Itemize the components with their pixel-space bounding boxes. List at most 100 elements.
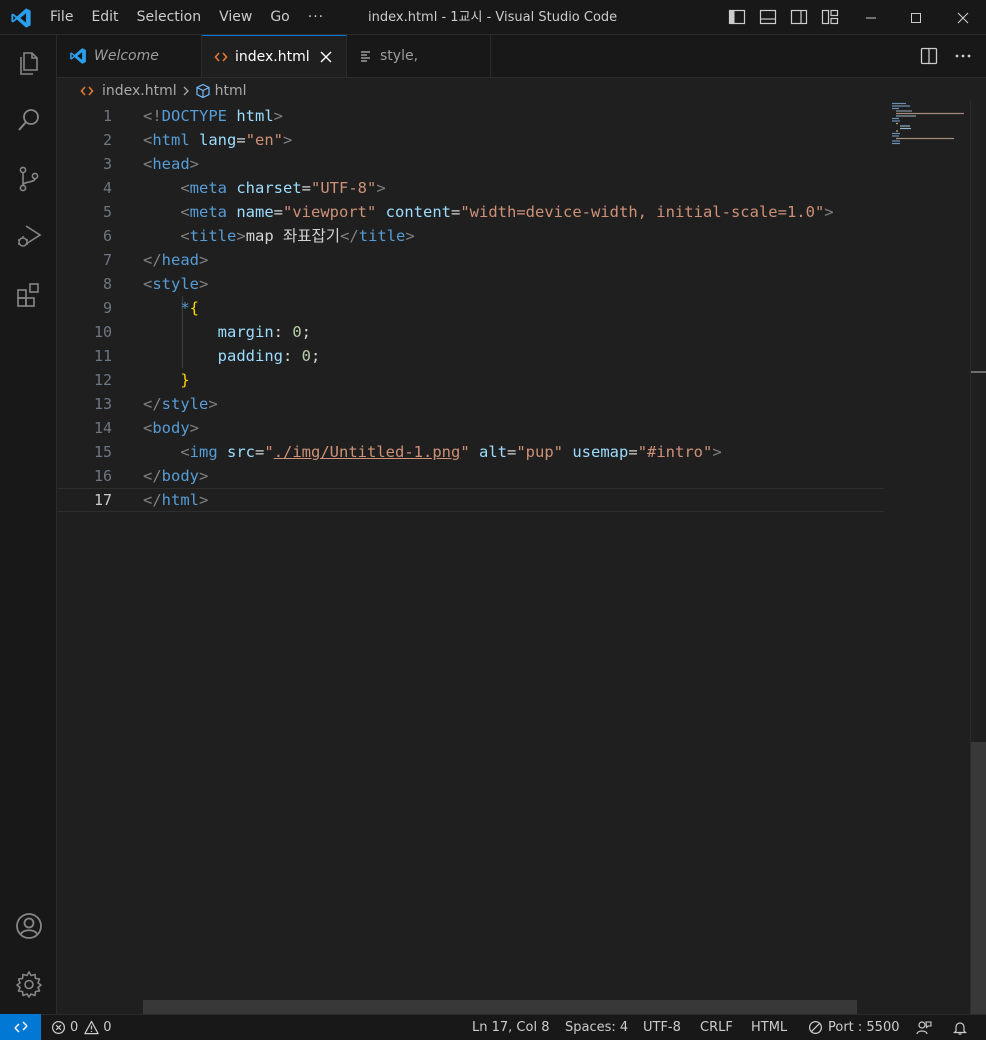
scroll-cursor-marker — [971, 371, 986, 373]
error-count: 0 — [70, 1020, 79, 1035]
symbol-class-icon — [195, 83, 211, 99]
toggle-secondary-sidebar-icon[interactable] — [790, 8, 808, 26]
menu-go[interactable]: Go — [261, 0, 298, 35]
customize-layout-icon[interactable] — [821, 8, 839, 26]
indentation-setting[interactable]: Spaces: 4 — [565, 1015, 628, 1040]
run-debug-button[interactable] — [0, 212, 57, 260]
line-number: 9 — [102, 299, 112, 317]
line-number: 17 — [93, 491, 112, 509]
line-number: 11 — [93, 347, 112, 365]
title-bar: File Edit Selection View Go ··· index.ht… — [0, 0, 986, 35]
line-number: 16 — [93, 467, 112, 485]
code-line[interactable]: 10 margin: 0; — [57, 320, 884, 344]
code-line[interactable]: 15 <img src="./img/Untitled-1.png" alt="… — [57, 440, 884, 464]
close-tab-icon[interactable] — [320, 51, 332, 63]
code-line[interactable]: 13 </style> — [57, 392, 884, 416]
breadcrumb: index.html html — [80, 82, 247, 100]
code-line[interactable]: 9 *{ — [57, 296, 884, 320]
cursor-position[interactable]: Ln 17, Col 8 — [472, 1015, 549, 1040]
vscode-logo-icon — [10, 7, 32, 29]
code-line[interactable]: 6 <title>map 좌표잡기</title> — [57, 224, 884, 248]
accounts-button[interactable] — [0, 902, 57, 950]
warning-count: 0 — [103, 1020, 112, 1035]
vscode-logo-icon — [69, 47, 87, 65]
search-button[interactable] — [0, 96, 57, 144]
menu-more-button[interactable]: ··· — [299, 0, 333, 35]
layout-controls — [728, 8, 839, 26]
line-number: 4 — [102, 179, 112, 197]
warning-icon — [84, 1020, 99, 1035]
source-control-button[interactable] — [0, 155, 57, 203]
code-line[interactable]: 12 } — [57, 368, 884, 392]
code-editor[interactable]: 1 <!DOCTYPE html> 2 <html lang="en"> 3 <… — [57, 104, 884, 1000]
code-line[interactable]: 16 </body> — [57, 464, 884, 488]
remote-indicator-button[interactable] — [0, 1014, 41, 1040]
gear-icon — [15, 970, 43, 998]
menu-bar: File Edit Selection View Go ··· — [41, 0, 333, 35]
more-actions-icon[interactable] — [954, 47, 972, 65]
code-line[interactable]: 8 <style> — [57, 272, 884, 296]
breadcrumb-file[interactable]: index.html — [102, 83, 177, 99]
files-icon — [15, 49, 43, 77]
html-file-icon — [214, 50, 228, 64]
code-line[interactable]: 2 <html lang="en"> — [57, 128, 884, 152]
line-number: 8 — [102, 275, 112, 293]
eol-setting[interactable]: CRLF — [700, 1015, 733, 1040]
tab-index-html[interactable]: index.html — [202, 35, 347, 77]
scrollbar-thumb[interactable] — [971, 742, 986, 1014]
toggle-primary-sidebar-icon[interactable] — [728, 8, 746, 26]
feedback-button[interactable] — [916, 1015, 932, 1040]
code-line[interactable]: 14 <body> — [57, 416, 884, 440]
maximize-button[interactable] — [893, 0, 939, 35]
line-number: 14 — [93, 419, 112, 437]
encoding-setting[interactable]: UTF-8 — [643, 1015, 681, 1040]
line-number: 13 — [93, 395, 112, 413]
problems-button[interactable]: 0 0 — [51, 1015, 112, 1040]
account-icon — [15, 912, 43, 940]
code-line[interactable]: 3 <head> — [57, 152, 884, 176]
code-line[interactable]: 5 <meta name="viewport" content="width=d… — [57, 200, 884, 224]
line-number: 15 — [93, 443, 112, 461]
horizontal-scrollbar[interactable] — [143, 1000, 857, 1014]
minimize-button[interactable] — [848, 0, 894, 35]
tab-style[interactable]: style, — [347, 35, 491, 77]
line-number: 3 — [102, 155, 112, 173]
live-server-port-button[interactable]: Port : 5500 — [808, 1015, 900, 1040]
close-window-button[interactable] — [940, 0, 986, 35]
toggle-panel-icon[interactable] — [759, 8, 777, 26]
source-control-icon — [15, 165, 43, 193]
activity-bar — [0, 35, 57, 1014]
tab-welcome[interactable]: Welcome — [57, 35, 202, 77]
notifications-button[interactable] — [952, 1015, 968, 1040]
code-line[interactable]: 7 </head> — [57, 248, 884, 272]
manage-button[interactable] — [0, 960, 57, 1008]
explorer-button[interactable] — [0, 39, 57, 87]
code-line[interactable]: 11 padding: 0; — [57, 344, 884, 368]
code-line[interactable]: 4 <meta charset="UTF-8"> — [57, 176, 884, 200]
image-path-link[interactable]: ./img/Untitled-1.png — [274, 443, 461, 461]
html-file-icon — [80, 84, 94, 98]
breadcrumb-symbol[interactable]: html — [215, 83, 247, 99]
extensions-button[interactable] — [0, 271, 57, 319]
menu-edit[interactable]: Edit — [82, 0, 127, 35]
vertical-scrollbar[interactable] — [970, 100, 986, 1014]
menu-file[interactable]: File — [41, 0, 82, 35]
current-code-line[interactable]: 17 </html> — [57, 488, 884, 512]
bell-icon — [952, 1020, 968, 1036]
search-icon — [15, 106, 43, 134]
split-editor-icon[interactable] — [920, 47, 938, 65]
extensions-icon — [15, 281, 43, 309]
line-number: 6 — [102, 227, 112, 245]
code-line[interactable]: 1 <!DOCTYPE html> — [57, 104, 884, 128]
tab-label: style, — [380, 48, 419, 64]
line-number: 2 — [102, 131, 112, 149]
language-mode[interactable]: HTML — [751, 1015, 787, 1040]
editor-tabs: Welcome index.html style, — [57, 35, 986, 78]
menu-selection[interactable]: Selection — [128, 0, 211, 35]
feedback-icon — [916, 1020, 932, 1036]
port-label: Port : 5500 — [828, 1020, 900, 1035]
run-debug-icon — [15, 222, 43, 250]
minimap[interactable] — [884, 100, 970, 1014]
error-icon — [51, 1020, 66, 1035]
menu-view[interactable]: View — [210, 0, 261, 35]
